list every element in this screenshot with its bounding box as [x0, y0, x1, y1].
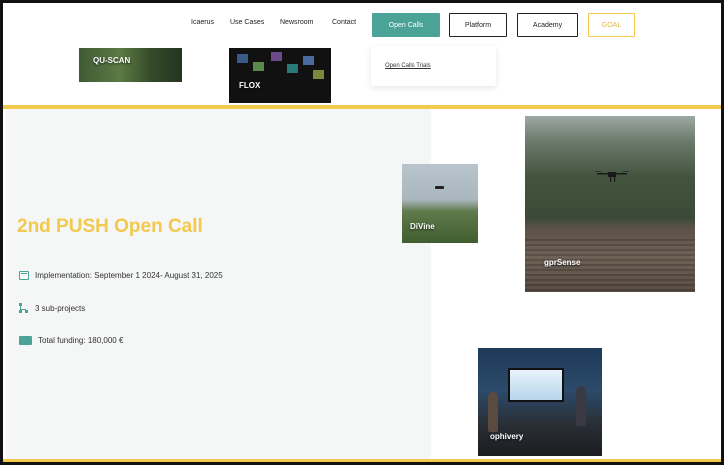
top-navigation: Icaerus Use Cases Newsroom Contact Open … — [3, 10, 721, 42]
funding-row: Total funding: 180,000 € — [19, 336, 123, 345]
drone-icon — [435, 186, 444, 189]
nav-link-use-cases[interactable]: Use Cases — [230, 19, 264, 26]
academy-button[interactable]: Academy — [517, 13, 578, 37]
browser-viewport: Icaerus Use Cases Newsroom Contact Open … — [0, 0, 724, 465]
nav-link-newsroom[interactable]: Newsroom — [280, 19, 313, 26]
calendar-icon — [19, 271, 29, 280]
nav-link-contact[interactable]: Contact — [332, 19, 356, 26]
ophivery-label: ophivery — [490, 432, 524, 441]
flox-image-detail — [271, 52, 282, 61]
nav-link-icaerus[interactable]: Icaerus — [191, 19, 214, 26]
money-icon — [19, 336, 32, 345]
display-screen — [508, 368, 564, 402]
dropdown-item-open-calls-trials[interactable]: Open Calls Trials — [385, 63, 431, 69]
funding-text: Total funding: 180,000 € — [38, 336, 124, 345]
gprsense-label: gprSense — [544, 258, 581, 267]
implementation-text: Implementation: September 1 2024- August… — [35, 271, 223, 280]
qu-scan-label: QU-SCAN — [93, 56, 131, 65]
divine-tile[interactable]: DiVine — [402, 164, 478, 243]
drone-icon — [595, 171, 629, 182]
hero-panel — [6, 109, 431, 459]
flox-image-detail — [237, 54, 248, 63]
gprsense-tile[interactable]: gprSense — [525, 116, 695, 292]
subprojects-row: 3 sub-projects — [19, 303, 85, 313]
bottom-divider — [3, 459, 721, 462]
ophivery-tile[interactable]: ophivery — [478, 348, 602, 456]
person-figure — [576, 386, 586, 426]
flox-image-detail — [287, 64, 298, 73]
open-calls-button[interactable]: Open Calls — [372, 13, 440, 37]
org-chart-icon — [19, 303, 29, 313]
implementation-row: Implementation: September 1 2024- August… — [19, 271, 223, 280]
flox-image-detail — [303, 56, 314, 65]
divine-label: DiVine — [410, 222, 435, 231]
flox-label: FLOX — [239, 81, 261, 90]
flox-image-detail — [253, 62, 264, 71]
page-title: 2nd PUSH Open Call — [17, 216, 203, 237]
subprojects-text: 3 sub-projects — [35, 303, 86, 313]
person-figure — [488, 392, 498, 432]
open-calls-dropdown: Open Calls Trials — [371, 46, 496, 86]
qu-scan-tile[interactable]: QU-SCAN — [79, 48, 182, 82]
goal-button[interactable]: GOAL — [588, 13, 635, 37]
flox-tile[interactable]: FLOX — [229, 48, 331, 103]
flox-image-detail — [313, 70, 324, 79]
platform-button[interactable]: Platform — [449, 13, 507, 37]
